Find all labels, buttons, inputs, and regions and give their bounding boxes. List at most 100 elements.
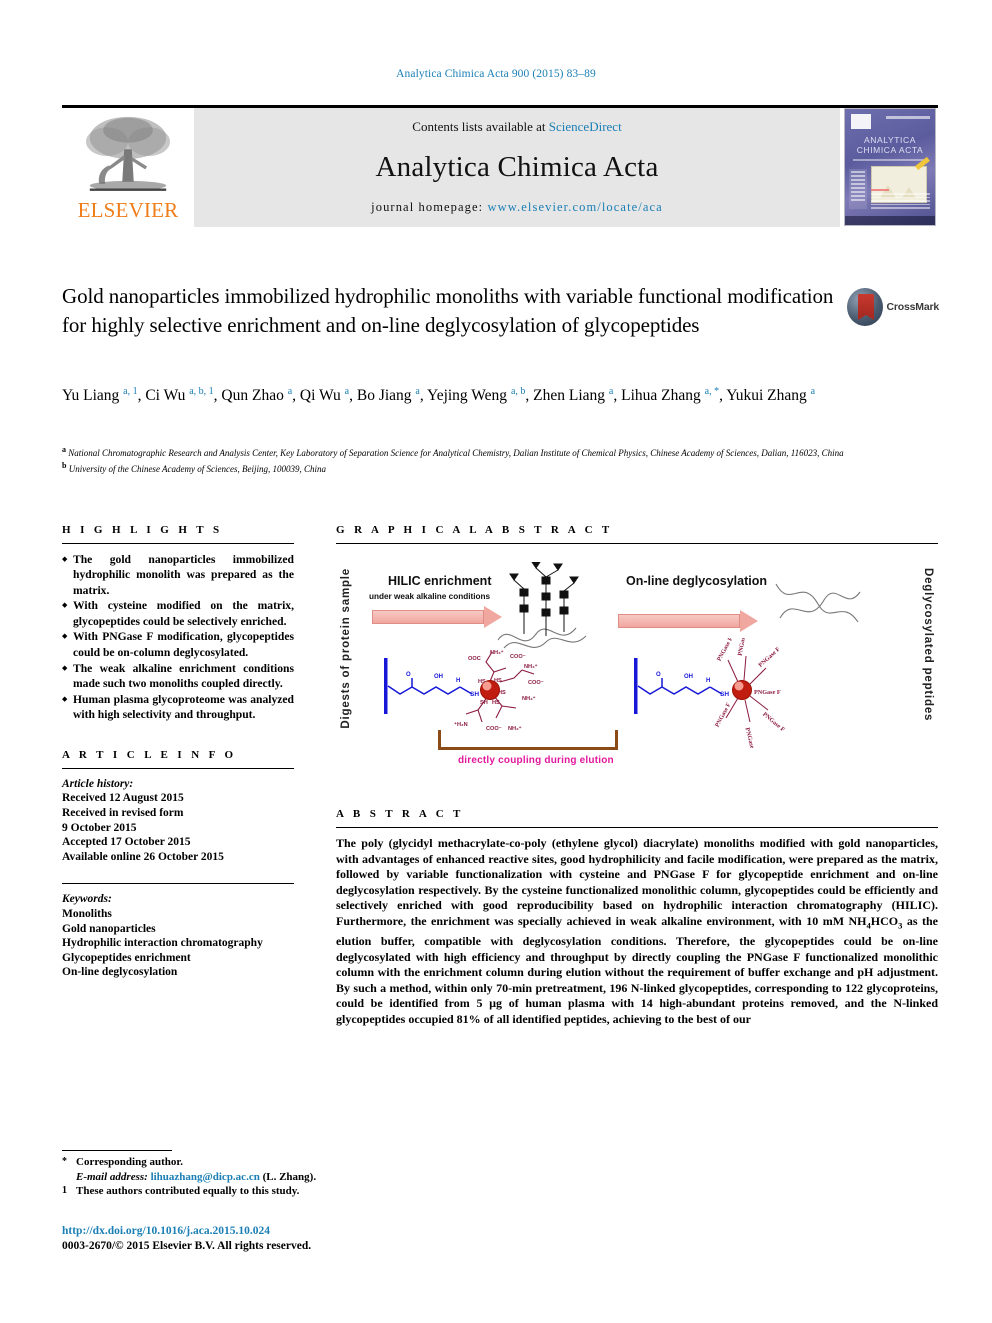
email-address-link[interactable]: lihuazhang@dicp.ac.cn [151, 1171, 260, 1183]
contents-available-line: Contents lists available at ScienceDirec… [412, 119, 621, 135]
crossmark-badge[interactable]: CrossMark [847, 286, 939, 328]
keyword-item: Hydrophilic interaction chromatography [62, 937, 263, 950]
cover-journal-name: ANALYTICA CHIMICA ACTA [845, 135, 935, 156]
list-item: Human plasma glycoproteome was analyzed … [62, 692, 294, 723]
svg-text:H: H [456, 678, 460, 684]
svg-text:PNGase F: PNGase F [761, 711, 786, 734]
graphical-abstract-heading: G R A P H I C A L A B S T R A C T [336, 524, 613, 536]
journal-masthead: ELSEVIER Contents lists available at Sci… [62, 105, 938, 227]
highlights-list: The gold nanoparticles immobilized hydro… [62, 552, 294, 722]
svg-text:SH: SH [720, 691, 729, 698]
right-column: G R A P H I C A L A B S T R A C T Digest… [336, 524, 938, 1028]
footnote-mark-one: 1 [62, 1185, 67, 1196]
list-item: The weak alkaline enrichment conditions … [62, 661, 294, 692]
svg-text:PNGase F: PNGase F [714, 701, 733, 728]
graphical-abstract-figure: Digests of protein sample Deglycosylated… [336, 552, 938, 790]
abstract-heading: A B S T R A C T [336, 808, 464, 820]
article-info-heading: A R T I C L E I N F O [62, 748, 237, 761]
highlights-divider [62, 543, 294, 544]
cover-title-line-1: ANALYTICA [863, 135, 916, 145]
affiliation-b-text: University of the Chinese Academy of Sci… [68, 463, 326, 474]
left-column: H I G H L I G H T S The gold nanoparticl… [62, 524, 294, 980]
svg-text:O: O [406, 672, 411, 678]
masthead-center: Contents lists available at ScienceDirec… [194, 108, 840, 227]
keyword-item: Gold nanoparticles [62, 922, 156, 935]
svg-text:PNGase F: PNGase F [744, 727, 757, 748]
cover-issue-line [886, 116, 930, 119]
svg-text:PNGase F: PNGase F [716, 638, 735, 662]
cover-subtitle-rule [853, 159, 927, 161]
svg-text:COO⁻: COO⁻ [528, 680, 544, 686]
svg-text:COO⁻: COO⁻ [510, 654, 526, 660]
svg-text:H: H [706, 678, 710, 684]
crossmark-label: CrossMark [886, 301, 940, 313]
cover-bottom-textblock [871, 189, 930, 211]
homepage-prefix: journal homepage: [371, 200, 484, 214]
ga-step2-title: On-line deglycosylation [626, 574, 767, 588]
elsevier-tree-icon [85, 116, 171, 191]
article-history-block: Article history: Received 12 August 2015… [62, 777, 294, 865]
article-history-line: 9 October 2015 [62, 821, 137, 834]
article-info-divider [62, 767, 294, 769]
footnote-divider [62, 1150, 172, 1151]
ga-coupling-bracket [438, 730, 618, 750]
article-history-line: Received 12 August 2015 [62, 792, 184, 805]
graphical-abstract-divider [336, 543, 938, 544]
sciencedirect-link[interactable]: ScienceDirect [549, 119, 622, 134]
footnote-mark-star: * [62, 1156, 67, 1167]
ga-left-label: Digests of protein sample [340, 568, 352, 729]
equal-contribution-text: These authors contributed equally to thi… [76, 1185, 300, 1197]
list-item: With cysteine modified on the matrix, gl… [62, 598, 294, 629]
page-title: Gold nanoparticles immobilized hydrophil… [62, 284, 834, 337]
keyword-item: Glycopeptides enrichment [62, 951, 191, 964]
ga-step1-title: HILIC enrichment [388, 574, 492, 588]
crossmark-book-icon [858, 294, 874, 320]
elsevier-wordmark: ELSEVIER [77, 198, 179, 222]
article-history-line: Accepted 17 October 2015 [62, 836, 191, 849]
ga-pngase-monolith-structure: O OH H SH PNGase F PNGase F PNGase F PNG… [634, 638, 786, 748]
svg-text:SH: SH [470, 691, 479, 698]
keyword-item: Monoliths [62, 907, 112, 920]
article-history-label: Article history: [62, 777, 134, 790]
affiliation-b: b University of the Chinese Academy of S… [62, 460, 862, 476]
article-history-line: Available online 26 October 2015 [62, 850, 224, 863]
elsevier-logo: ELSEVIER [62, 108, 194, 227]
cover-title-line-2: CHIMICA ACTA [856, 144, 924, 155]
doi-block: http://dx.doi.org/10.1016/j.aca.2015.10.… [62, 1224, 482, 1254]
ga-arrow-2 [618, 610, 758, 632]
svg-text:PNGase F: PNGase F [754, 689, 781, 696]
svg-text:NH₃⁺: NH₃⁺ [490, 649, 504, 656]
doi-link[interactable]: http://dx.doi.org/10.1016/j.aca.2015.10.… [62, 1224, 482, 1239]
svg-text:NH₃⁺: NH₃⁺ [522, 695, 536, 702]
keywords-label: Keywords: [62, 893, 112, 906]
affiliation-a: a National Chromatographic Research and … [62, 444, 862, 460]
svg-text:O: O [656, 672, 661, 678]
svg-text:PNGase F: PNGase F [757, 646, 782, 669]
cover-left-textblock [849, 169, 867, 209]
ga-coupling-label: directly coupling during elution [458, 755, 614, 766]
svg-text:HS: HS [492, 700, 500, 706]
contents-prefix: Contents lists available at [412, 119, 546, 134]
email-address-label: E-mail address: [76, 1170, 148, 1183]
running-head: Analytica Chimica Acta 900 (2015) 83–89 [396, 68, 596, 80]
ga-deglycosylated-peptide-icon [775, 583, 861, 623]
email-address-suffix: (L. Zhang). [262, 1170, 317, 1183]
journal-homepage-line: journal homepage: www.elsevier.com/locat… [371, 200, 663, 215]
svg-text:PNGase F: PNGase F [737, 638, 749, 656]
equal-contribution-note: 1 These authors contributed equally to t… [62, 1184, 472, 1199]
author-list: Yu Liang a, 1, Ci Wu a, b, 1, Qun Zhao a… [62, 386, 816, 405]
affiliation-list: a National Chromatographic Research and … [62, 444, 862, 475]
list-item: The gold nanoparticles immobilized hydro… [62, 552, 294, 598]
abstract-text: The poly (glycidyl methacrylate-co-poly … [336, 836, 938, 1026]
affiliation-a-text: National Chromatographic Research and An… [68, 448, 844, 458]
corresponding-author-note: * Corresponding author. E-mail address: … [62, 1155, 472, 1184]
ga-right-label: Deglycosylated peptides [922, 568, 934, 722]
copyright-line: 0003-2670/© 2015 Elsevier B.V. All right… [62, 1240, 312, 1252]
affiliation-a-mark: a [62, 445, 66, 454]
abstract-divider [336, 827, 938, 828]
footnotes-block: * Corresponding author. E-mail address: … [62, 1150, 472, 1199]
journal-title: Analytica Chimica Acta [375, 151, 659, 183]
homepage-url-link[interactable]: www.elsevier.com/locate/aca [487, 200, 662, 214]
svg-text:OH: OH [684, 674, 693, 680]
journal-cover-image: ANALYTICA CHIMICA ACTA [844, 108, 936, 226]
